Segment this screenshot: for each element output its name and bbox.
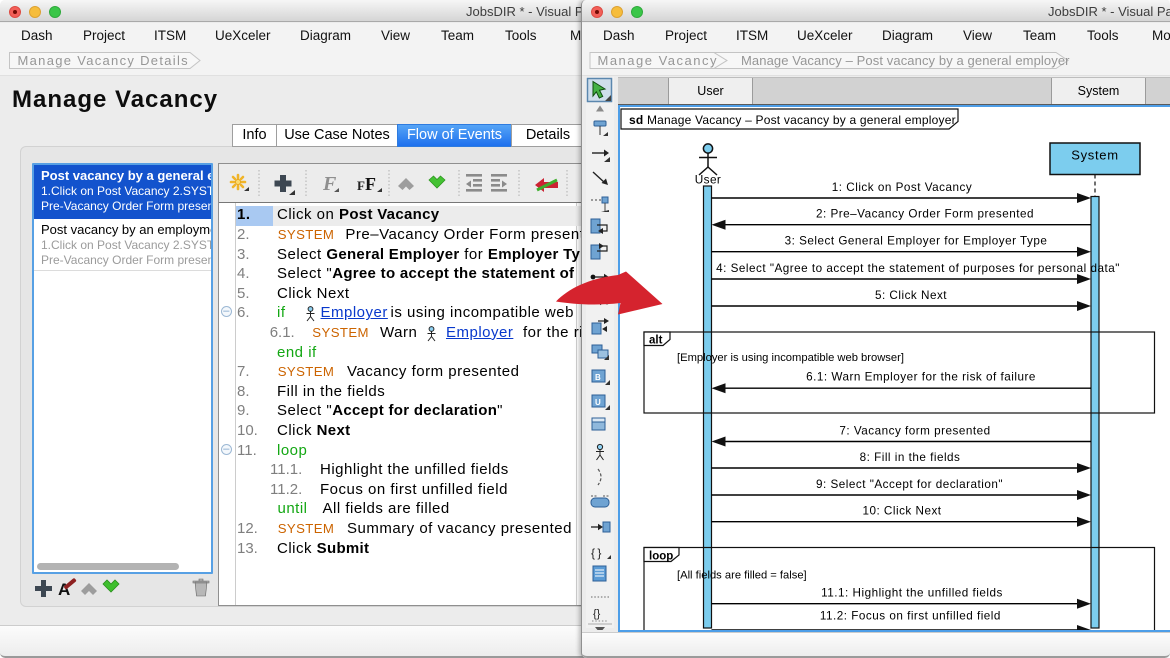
svg-text:10: Click Next: 10: Click Next	[862, 505, 941, 518]
svg-text:B: B	[595, 373, 601, 382]
svg-text:9: Select "Accept for declarat: 9: Select "Accept for declaration"	[816, 478, 1003, 491]
svg-text:Manage Vacancy Details: Manage Vacancy Details	[18, 53, 189, 68]
svg-text:{}: {}	[593, 608, 601, 620]
svg-text:11.2: Focus on first unfilled: 11.2: Focus on first unfilled field	[820, 610, 1001, 623]
svg-text:{ }: { }	[591, 546, 601, 560]
svg-text:5: Click Next: 5: Click Next	[875, 289, 947, 302]
svg-text:alt: alt	[649, 335, 663, 347]
svg-text:U: U	[595, 398, 601, 407]
svg-text:F: F	[357, 178, 365, 193]
svg-text:Manage Vacancy: Manage Vacancy	[598, 53, 719, 68]
svg-text:[Employer is using incompatibl: [Employer is using incompatible web brow…	[677, 352, 904, 364]
svg-text:System: System	[1071, 148, 1119, 163]
svg-text:7: Vacancy form presented: 7: Vacancy form presented	[839, 425, 990, 438]
svg-text:2: Pre–Vacancy Order Form pres: 2: Pre–Vacancy Order Form presented	[816, 208, 1034, 221]
svg-text:4: Select "Agree to accept the: 4: Select "Agree to accept the statement…	[716, 262, 1120, 275]
svg-text:User: User	[695, 173, 722, 187]
svg-text:[All fields are filled = false: [All fields are filled = false]	[677, 570, 807, 582]
svg-text:Manage Vacancy – Post vacancy: Manage Vacancy – Post vacancy by a gener…	[741, 53, 1070, 68]
svg-text:1: Click on Post Vacancy: 1: Click on Post Vacancy	[832, 181, 972, 194]
svg-text:6.1: Warn Employer for the ris: 6.1: Warn Employer for the risk of failu…	[806, 371, 1036, 384]
svg-text:11.1: Highlight the unfilled f: 11.1: Highlight the unfilled fields	[821, 587, 1003, 600]
svg-text:loop: loop	[649, 551, 673, 563]
svg-text:sd Manage Vacancy – Post vacan: sd Manage Vacancy – Post vacancy by a ge…	[629, 113, 956, 127]
svg-text:8: Fill in the fields: 8: Fill in the fields	[860, 451, 961, 464]
svg-text:F: F	[365, 174, 376, 194]
svg-text:3: Select General Employer for: 3: Select General Employer for Employer …	[785, 235, 1048, 248]
